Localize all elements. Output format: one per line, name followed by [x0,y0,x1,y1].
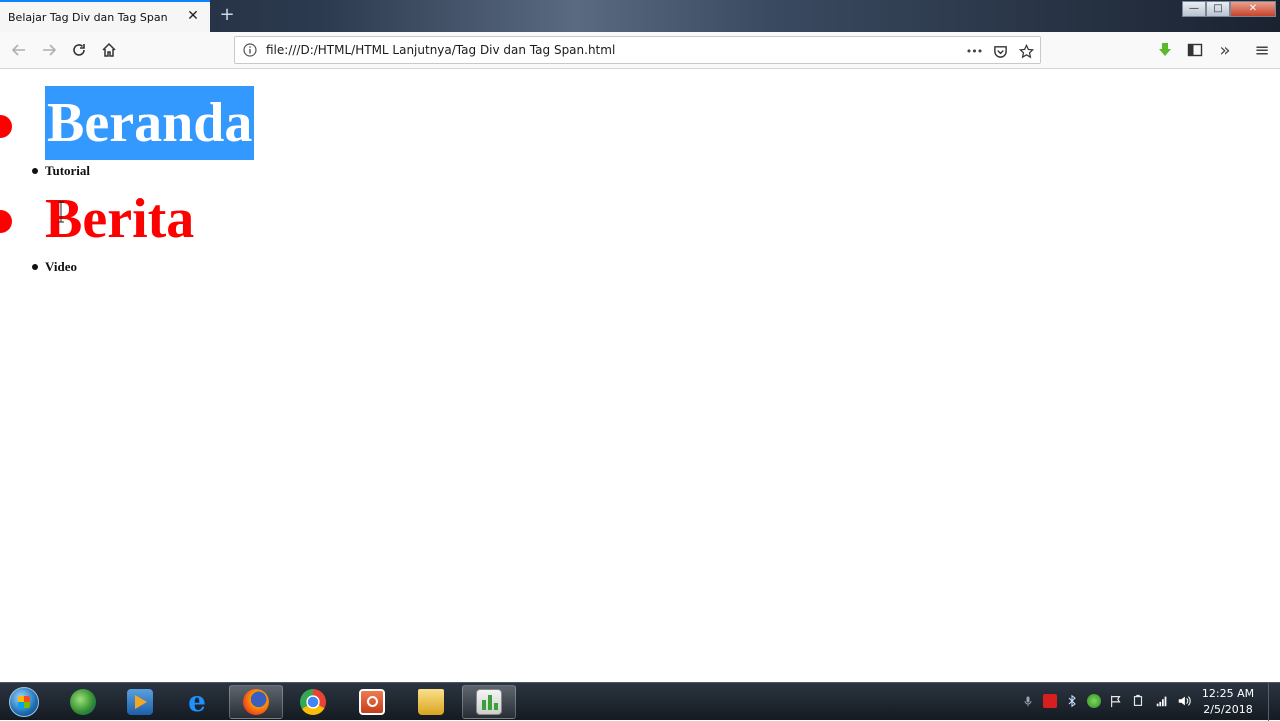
clock-time: 12:25 AM [1201,687,1255,700]
info-icon[interactable] [243,43,257,57]
pocket-icon [993,45,1007,58]
url-text[interactable]: file:///D:/HTML/HTML Lanjutnya/Tag Div d… [266,43,615,57]
safely-remove-hardware-icon[interactable] [1130,693,1146,709]
tab-title: Belajar Tag Div dan Tag Span [8,10,168,24]
taskbar-app-chrome[interactable] [286,685,340,719]
overflow-menu-button[interactable]: » [1212,38,1238,62]
firefox-icon [243,689,269,715]
signal-strength-icon[interactable] [1154,693,1170,709]
sidebar-button[interactable] [1182,38,1208,62]
microphone-icon[interactable] [1020,693,1036,709]
start-button[interactable] [4,685,44,719]
windows-logo-icon [9,687,39,717]
list-item-berita[interactable]: Berita [45,182,194,256]
reload-button[interactable] [66,38,92,62]
download-button[interactable] [1152,38,1178,62]
windows-taskbar: e 12:25 AM 2/5/2018 [0,682,1280,721]
reload-icon [73,44,85,56]
browser-titlebar: Belajar Tag Div dan Tag Span ✕ + — □ ✕ [0,0,1280,32]
bluetooth-icon[interactable] [1064,693,1080,709]
network-status-icon[interactable] [1086,693,1102,709]
list-bullet [32,264,38,270]
list-bullet [0,210,12,233]
hamburger-menu-icon[interactable]: ≡ [1249,38,1275,62]
list-item-beranda[interactable]: Beranda [45,86,255,160]
text-cursor-icon [58,201,64,223]
taskbar-app-powerpoint[interactable] [345,685,399,719]
forward-button[interactable] [36,38,62,62]
action-center-flag-icon[interactable] [1108,693,1124,709]
star-icon [1018,43,1034,58]
pocket-button[interactable] [991,42,1009,60]
volume-icon[interactable] [1176,693,1192,709]
file-explorer-icon [418,689,444,715]
page-actions-button[interactable]: ••• [965,42,983,60]
window-close-button[interactable]: ✕ [1230,1,1276,17]
internet-explorer-icon: e [188,685,206,718]
back-arrow-icon [11,44,25,56]
clock-date: 2/5/2018 [1203,703,1253,716]
url-bar[interactable]: file:///D:/HTML/HTML Lanjutnya/Tag Div d… [234,36,1041,64]
tab-active[interactable]: Belajar Tag Div dan Tag Span ✕ [0,0,210,32]
new-tab-button[interactable]: + [218,5,236,25]
tab-close-icon[interactable]: ✕ [186,9,200,23]
taskbar-app-internet-explorer[interactable]: e [170,685,224,719]
navigation-toolbar: file:///D:/HTML/HTML Lanjutnya/Tag Div d… [0,32,1280,69]
window-maximize-button[interactable]: □ [1206,1,1230,17]
list-bullet [32,168,38,174]
taskbar-app-idm[interactable] [56,685,110,719]
list-bullet [0,115,12,138]
home-icon [102,42,116,57]
back-button[interactable] [6,38,32,62]
notepad-icon [476,689,502,715]
sidebar-icon [1187,43,1203,57]
antivirus-icon[interactable] [1042,693,1058,709]
home-button[interactable] [96,38,122,62]
forward-arrow-icon [43,44,57,56]
chrome-icon [300,689,326,715]
download-arrow-icon [1159,43,1171,56]
page-content: Beranda Tutorial Berita Video [0,70,1280,682]
list-item-tutorial[interactable]: Tutorial [45,163,90,179]
window-minimize-button[interactable]: — [1182,1,1206,17]
list-item-video[interactable]: Video [45,259,77,275]
powerpoint-icon [359,689,385,715]
bookmark-button[interactable] [1017,42,1035,60]
taskbar-app-media-player[interactable] [113,685,167,719]
media-player-icon [127,689,153,715]
taskbar-app-firefox[interactable] [229,685,283,719]
show-desktop-button[interactable] [1268,683,1280,721]
taskbar-app-notepad[interactable] [462,685,516,719]
internet-download-manager-icon [70,689,96,715]
taskbar-app-file-explorer[interactable] [404,685,458,719]
system-clock[interactable]: 12:25 AM 2/5/2018 [1196,686,1260,718]
